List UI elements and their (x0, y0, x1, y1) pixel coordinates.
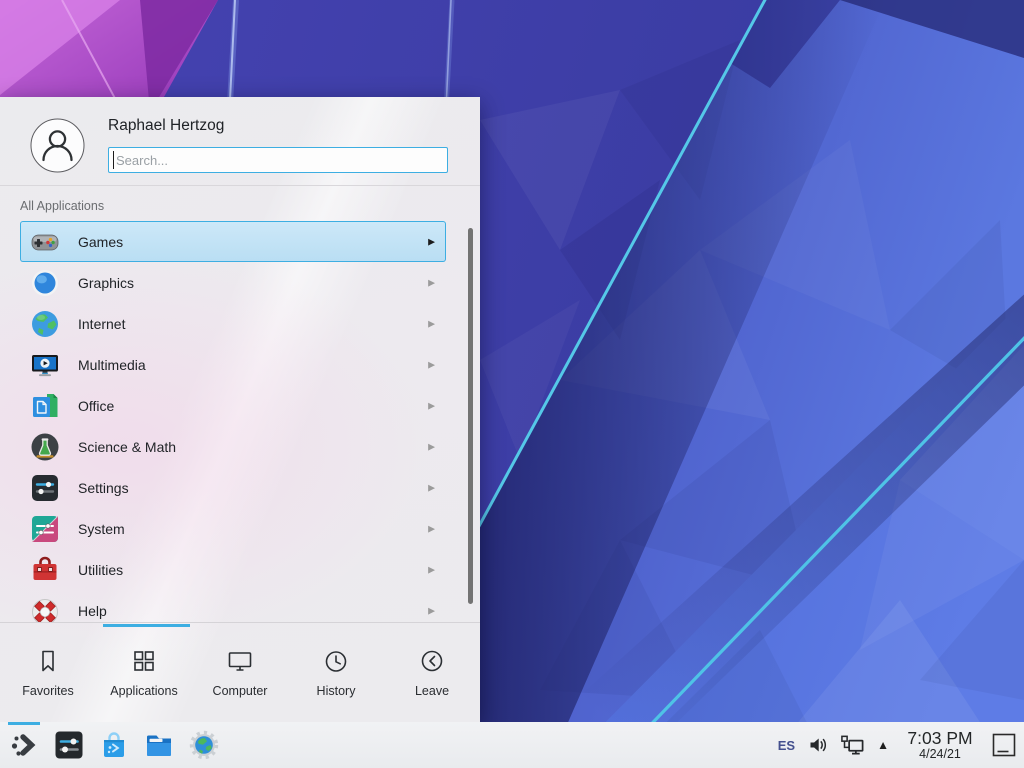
internet-icon (29, 308, 61, 340)
category-games[interactable]: Games ▶ (20, 221, 446, 262)
category-label: System (78, 521, 125, 537)
category-label: Office (78, 398, 114, 414)
graphics-icon (29, 267, 61, 299)
category-label: Settings (78, 480, 129, 496)
section-label: All Applications (20, 199, 104, 213)
category-label: Multimedia (78, 357, 146, 373)
tab-label: Applications (110, 684, 177, 698)
tab-applications[interactable]: Applications (96, 623, 192, 722)
volume-icon[interactable] (807, 735, 828, 755)
digital-clock[interactable]: 7:03 PM 4/24/21 (901, 729, 979, 762)
office-icon (29, 390, 61, 422)
category-office[interactable]: Office ▶ (20, 385, 446, 426)
launcher-tabbar: Favorites Applications Computer (0, 623, 480, 722)
category-graphics[interactable]: Graphics ▶ (20, 262, 446, 303)
user-avatar[interactable] (30, 118, 85, 178)
network-icon[interactable] (840, 734, 865, 756)
submenu-arrow-icon: ▶ (428, 400, 435, 411)
submenu-arrow-icon: ▶ (428, 605, 435, 616)
history-icon (322, 647, 350, 675)
applications-icon (130, 647, 158, 675)
keyboard-layout-indicator[interactable]: ES (778, 738, 795, 753)
application-launcher-menu: Raphael Hertzog All Applications Games ▶ (0, 97, 480, 722)
discover-button[interactable] (98, 729, 130, 761)
clock-time: 7:03 PM (907, 729, 972, 748)
games-icon (29, 226, 61, 258)
system-settings-button[interactable] (53, 729, 85, 761)
favorites-icon (34, 647, 62, 675)
category-label: Utilities (78, 562, 123, 578)
tab-computer[interactable]: Computer (192, 623, 288, 722)
user-name: Raphael Hertzog (108, 117, 224, 135)
tab-leave[interactable]: Leave (384, 623, 480, 722)
submenu-arrow-icon: ▶ (428, 523, 435, 534)
category-science-math[interactable]: Science & Math ▶ (20, 426, 446, 467)
scrollbar[interactable] (468, 228, 473, 604)
app-launcher-button[interactable] (8, 729, 40, 761)
category-multimedia[interactable]: Multimedia ▶ (20, 344, 446, 385)
tab-label: Leave (415, 684, 449, 698)
category-list: Games ▶ Graphics ▶ Internet ▶ (0, 221, 480, 622)
system-icon (29, 513, 61, 545)
search-input[interactable] (108, 147, 448, 173)
submenu-arrow-icon: ▶ (428, 318, 435, 329)
tab-favorites[interactable]: Favorites (0, 623, 96, 722)
web-browser-button[interactable] (188, 729, 220, 761)
category-internet[interactable]: Internet ▶ (20, 303, 446, 344)
text-caret (113, 151, 114, 169)
category-label: Games (78, 234, 123, 250)
category-utilities[interactable]: Utilities ▶ (20, 549, 446, 590)
category-system[interactable]: System ▶ (20, 508, 446, 549)
submenu-arrow-icon: ▶ (428, 236, 435, 247)
submenu-arrow-icon: ▶ (428, 359, 435, 370)
tab-history[interactable]: History (288, 623, 384, 722)
help-icon (29, 595, 61, 623)
tray-expand-icon[interactable]: ▲ (877, 739, 889, 751)
category-help[interactable]: Help ▶ (20, 590, 446, 622)
tab-label: Favorites (22, 684, 73, 698)
file-manager-button[interactable] (143, 729, 175, 761)
category-settings[interactable]: Settings ▶ (20, 467, 446, 508)
tab-label: Computer (213, 684, 268, 698)
category-label: Internet (78, 316, 125, 332)
category-label: Science & Math (78, 439, 176, 455)
tab-label: History (317, 684, 356, 698)
user-avatar-icon (30, 118, 85, 173)
utilities-icon (29, 554, 61, 586)
launcher-active-indicator (8, 722, 40, 725)
submenu-arrow-icon: ▶ (428, 564, 435, 575)
show-desktop-button[interactable] (991, 732, 1017, 758)
submenu-arrow-icon: ▶ (428, 277, 435, 288)
category-label: Help (78, 603, 107, 619)
science-math-icon (29, 431, 61, 463)
submenu-arrow-icon: ▶ (428, 441, 435, 452)
settings-icon (29, 472, 61, 504)
computer-icon (226, 647, 254, 675)
multimedia-icon (29, 349, 61, 381)
taskbar-panel: ES ▲ 7:03 PM 4/24/21 (0, 722, 1024, 768)
header-separator (0, 185, 480, 186)
clock-date: 4/24/21 (919, 748, 961, 762)
leave-icon (418, 647, 446, 675)
category-label: Graphics (78, 275, 134, 291)
submenu-arrow-icon: ▶ (428, 482, 435, 493)
